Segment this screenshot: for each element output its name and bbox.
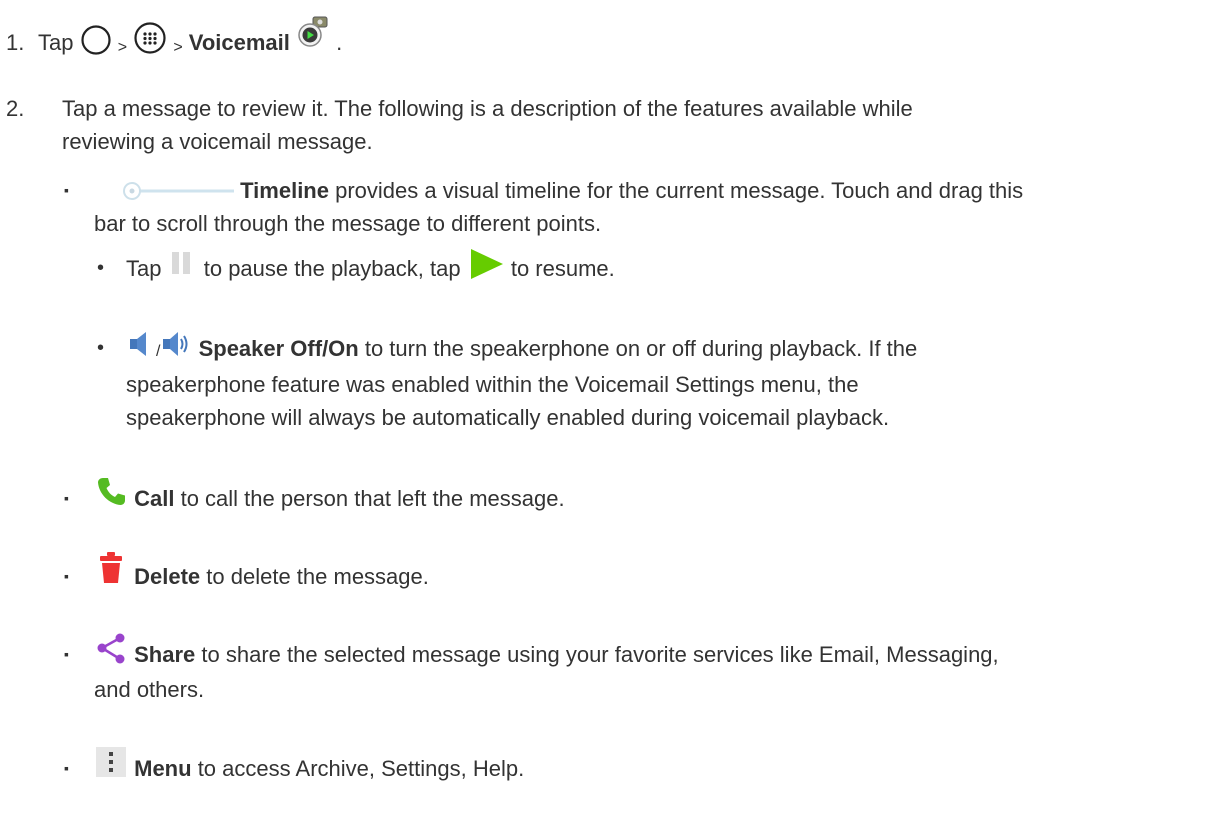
share-text-2: and others. [94, 677, 205, 703]
bullet-marker: ▪ [64, 760, 69, 776]
apps-grid-icon [133, 21, 167, 55]
timeline-item: Timeline provides a visual timeline for … [94, 174, 1023, 240]
timeline-slider-icon [94, 178, 234, 201]
pause-prefix: Tap [126, 256, 162, 281]
delete-item: Delete to delete the message. [94, 552, 429, 596]
menu-label: Menu [134, 756, 192, 781]
share-text-1: to share the selected message using your… [195, 642, 999, 667]
voicemail-label: Voicemail [188, 30, 290, 55]
step-1-end: . [336, 30, 343, 55]
pause-icon [168, 249, 198, 279]
separator: > [173, 39, 183, 56]
step-1: Tap > > Voicemail . [38, 16, 343, 56]
call-label: Call [134, 486, 175, 511]
pause-middle: to pause the playback, tap [203, 256, 461, 281]
speaker-on-icon [160, 329, 192, 359]
step-1-number: 1. [6, 30, 25, 55]
step-2: Tap a message to review it. The followin… [62, 92, 913, 158]
bullet-marker: ▪ [64, 182, 69, 198]
separator: > [117, 39, 128, 56]
bullet-marker: ▪ [64, 646, 69, 662]
trash-icon [94, 550, 128, 586]
pause-suffix: to resume. [510, 256, 615, 281]
bullet-marker: ▪ [64, 490, 69, 506]
step-2-line-1: Tap a message to review it. The followin… [62, 96, 913, 121]
timeline-text-2: bar to scroll through the message to dif… [94, 211, 602, 236]
timeline-label: Timeline [240, 178, 329, 203]
home-circle-icon [80, 24, 112, 56]
step-2-number: 2. [6, 96, 25, 121]
share-label: Share [134, 642, 196, 667]
step-2-line-2: reviewing a voicemail message. [62, 129, 373, 154]
timeline-text: provides a visual timeline for the curre… [328, 178, 1024, 203]
menu-item: Menu to access Archive, Settings, Help. [94, 747, 525, 787]
call-text: to call the person that left the message… [174, 486, 565, 511]
menu-text: to access Archive, Settings, Help. [191, 756, 525, 781]
speaker-label: Speaker Off/On [198, 336, 359, 361]
phone-icon [94, 475, 128, 509]
delete-text: to delete the message. [200, 564, 429, 589]
delete-label: Delete [134, 564, 201, 589]
speaker-text-2: speakerphone feature was enabled within … [126, 372, 859, 397]
play-icon [467, 247, 505, 281]
dot-marker: • [97, 257, 105, 279]
pause-item: Tap to pause the playback, tap to resume… [126, 249, 615, 287]
speaker-item: / Speaker Off/On to turn the speakerphon… [126, 332, 917, 434]
dot-marker: • [97, 337, 105, 359]
speaker-text-3: speakerphone will always be automaticall… [126, 405, 890, 430]
call-item: Call to call the person that left the me… [94, 478, 565, 517]
share-item: Share to share the selected message usin… [94, 633, 999, 706]
voicemail-app-icon [296, 15, 330, 49]
speaker-off-icon [126, 329, 156, 359]
share-icon [94, 631, 128, 665]
speaker-text-1: to turn the speakerphone on or off durin… [358, 336, 918, 361]
step-1-tap: Tap [38, 30, 74, 55]
overflow-menu-icon [94, 745, 128, 779]
bullet-marker: ▪ [64, 568, 69, 584]
